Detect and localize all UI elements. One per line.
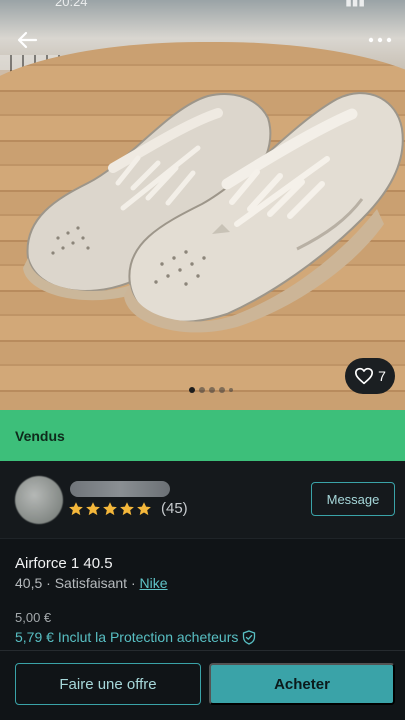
back-button[interactable] bbox=[14, 28, 40, 52]
seller-name-redacted[interactable] bbox=[70, 481, 170, 497]
seller-rating[interactable]: (45) bbox=[68, 500, 188, 517]
item-brand-link[interactable]: Nike bbox=[140, 575, 168, 591]
avatar[interactable] bbox=[15, 476, 63, 524]
star-icon bbox=[103, 501, 117, 515]
more-horizontal-icon bbox=[368, 37, 392, 43]
gallery-pagination bbox=[189, 387, 233, 393]
price-with-protection-link[interactable]: 5,79 € Inclut la Protection acheteurs bbox=[15, 629, 256, 645]
gallery-dot[interactable] bbox=[209, 387, 215, 393]
status-bar: 20:24 ▮▮▮ bbox=[0, 0, 405, 9]
status-indicators: ▮▮▮ bbox=[345, 0, 365, 8]
make-offer-button[interactable]: Faire une offre bbox=[15, 663, 201, 705]
item-meta: 40,5 · Satisfaisant · Nike bbox=[15, 575, 168, 591]
gallery-dot[interactable] bbox=[229, 388, 233, 392]
gallery-dot[interactable] bbox=[189, 387, 195, 393]
price-with-protection-text: 5,79 € Inclut la Protection acheteurs bbox=[15, 629, 239, 645]
item-size: 40,5 bbox=[15, 575, 43, 591]
star-icon bbox=[69, 501, 83, 515]
message-button[interactable]: Message bbox=[311, 482, 395, 516]
star-icon bbox=[137, 501, 151, 515]
favorite-button[interactable]: 7 bbox=[345, 358, 395, 394]
heart-outline-icon bbox=[355, 367, 374, 385]
item-price: 5,00 € bbox=[15, 610, 52, 625]
sneaker-right-image bbox=[124, 92, 404, 333]
seller-row[interactable]: (45) Message bbox=[0, 461, 405, 539]
meta-separator: · bbox=[46, 575, 51, 591]
meta-separator: · bbox=[130, 575, 136, 591]
gallery-dot[interactable] bbox=[219, 387, 225, 393]
star-icon bbox=[86, 501, 100, 515]
item-details: Airforce 1 40.5 40,5 · Satisfaisant · Ni… bbox=[0, 540, 405, 650]
item-condition: Satisfaisant bbox=[54, 575, 128, 591]
shield-check-icon bbox=[243, 629, 256, 645]
arrow-left-icon bbox=[17, 31, 38, 49]
star-icon bbox=[120, 501, 134, 515]
status-time: 20:24 bbox=[55, 0, 88, 9]
sold-status-banner: Vendus bbox=[0, 410, 405, 461]
item-title: Airforce 1 40.5 bbox=[15, 555, 113, 572]
buy-button[interactable]: Acheter bbox=[209, 663, 395, 705]
gallery-dot[interactable] bbox=[199, 387, 205, 393]
sold-label: Vendus bbox=[15, 427, 65, 444]
more-options-button[interactable] bbox=[367, 30, 393, 50]
item-photo-gallery[interactable]: 20:24 ▮▮▮ 7 bbox=[0, 0, 405, 410]
favorites-count: 7 bbox=[378, 368, 386, 384]
bottom-action-bar: Faire une offre Acheter bbox=[0, 650, 405, 720]
review-count: (45) bbox=[161, 500, 188, 517]
